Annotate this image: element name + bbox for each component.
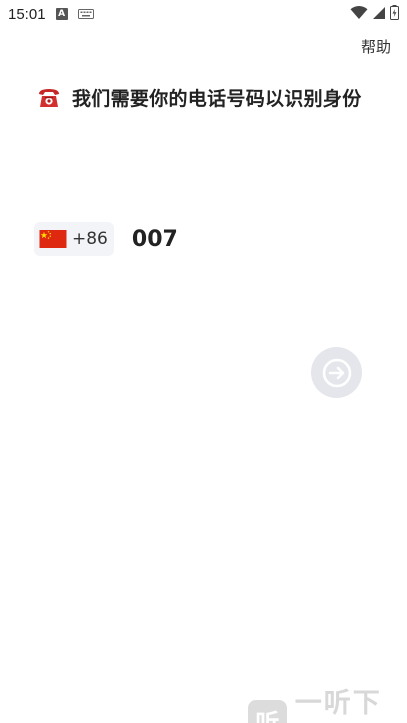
login-phone-screen: 15:01 A 帮助 我们需要你的电话号码以识别身份 +86 007 听 一听下 [0, 0, 407, 723]
watermark-logo-icon: 听 [248, 700, 287, 723]
status-right [350, 4, 399, 24]
help-link[interactable]: 帮助 [361, 36, 391, 57]
status-time: 15:01 [8, 5, 46, 23]
title-row: 我们需要你的电话号码以识别身份 [36, 84, 362, 111]
page-title: 我们需要你的电话号码以识别身份 [72, 88, 362, 110]
wifi-icon [350, 5, 368, 24]
watermark: 听 一听下载 [248, 681, 407, 723]
watermark-text: 一听下载 [294, 688, 382, 719]
country-code-text: +86 [72, 229, 108, 249]
battery-icon [390, 4, 399, 24]
phone-number-input[interactable] [131, 226, 332, 252]
arrow-right-icon [322, 358, 351, 387]
status-bar: 15:01 A [0, 0, 407, 28]
signal-icon [372, 5, 386, 24]
next-button[interactable] [311, 347, 362, 398]
input-method-icon: A [55, 8, 68, 20]
china-flag-icon [39, 230, 67, 248]
status-left: 15:01 A [8, 5, 94, 24]
telephone-icon [36, 85, 62, 111]
phone-input-row: +86 [34, 222, 332, 256]
keyboard-icon [77, 5, 94, 24]
country-code-selector[interactable]: +86 [34, 222, 114, 256]
